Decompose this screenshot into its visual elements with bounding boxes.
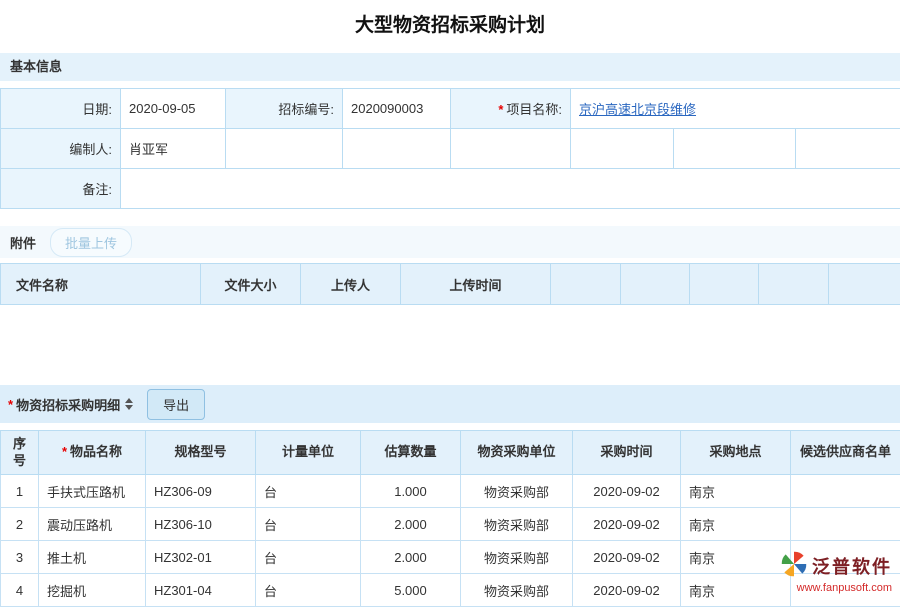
item-name-cell: 挖掘机 (39, 574, 146, 607)
table-row: 1 手扶式压路机 HZ306-09 台 1.000 物资采购部 2020-09-… (1, 475, 900, 508)
sort-icon[interactable] (125, 398, 133, 410)
bid-number-value: 2020090003 (343, 89, 451, 129)
purchase-dept-cell: 物资采购部 (461, 574, 573, 607)
page-title: 大型物资招标采购计划 (0, 0, 900, 48)
compiler-label: 编制人: (1, 129, 121, 169)
model-cell: HZ306-10 (146, 508, 256, 541)
required-mark: * (8, 397, 13, 412)
table-row: 4 挖掘机 HZ301-04 台 5.000 物资采购部 2020-09-02 … (1, 574, 900, 607)
attachments-section-bar: 附件 批量上传 (0, 226, 900, 258)
empty-cell (343, 129, 451, 169)
batch-upload-button[interactable]: 批量上传 (50, 228, 132, 257)
attachments-table: 文件名称 文件大小 上传人 上传时间 (0, 263, 900, 305)
seq-cell: 2 (1, 508, 39, 541)
empty-column-header (829, 264, 900, 305)
detail-header-row: 序号 *物品名称 规格型号 计量单位 估算数量 物资采购单位 采购时间 采购地点… (1, 431, 900, 475)
candidate-supplier-cell (791, 541, 900, 574)
item-name-cell: 震动压路机 (39, 508, 146, 541)
candidate-supplier-cell (791, 574, 900, 607)
unit-cell: 台 (256, 475, 361, 508)
purchase-place-cell: 南京 (681, 475, 791, 508)
attachments-section-title: 附件 (10, 233, 36, 252)
candidate-supplier-cell (791, 475, 900, 508)
purchase-place-cell: 南京 (681, 508, 791, 541)
model-cell: HZ306-09 (146, 475, 256, 508)
unit-column-header: 计量单位 (256, 431, 361, 475)
candidate-supplier-cell (791, 508, 900, 541)
empty-cell (451, 129, 571, 169)
empty-cell (226, 129, 343, 169)
file-size-column-header: 文件大小 (201, 264, 301, 305)
basic-info-table: 日期: 2020-09-05 招标编号: 2020090003 *项目名称: 京… (0, 88, 900, 209)
project-name-cell: 京沪高速北京段维修 (571, 89, 900, 129)
uploader-column-header: 上传人 (301, 264, 401, 305)
basic-info-row-1: 日期: 2020-09-05 招标编号: 2020090003 *项目名称: 京… (1, 89, 900, 129)
empty-cell (796, 129, 900, 169)
date-label: 日期: (1, 89, 121, 129)
unit-cell: 台 (256, 574, 361, 607)
detail-table: 序号 *物品名称 规格型号 计量单位 估算数量 物资采购单位 采购时间 采购地点… (0, 430, 900, 607)
detail-section-bar: * 物资招标采购明细 导出 (0, 385, 900, 423)
item-name-cell: 手扶式压路机 (39, 475, 146, 508)
quantity-column-header: 估算数量 (361, 431, 461, 475)
unit-cell: 台 (256, 508, 361, 541)
remark-label: 备注: (1, 169, 121, 209)
empty-column-header (759, 264, 829, 305)
purchase-time-column-header: 采购时间 (573, 431, 681, 475)
seq-column-header: 序号 (1, 431, 39, 475)
purchase-dept-cell: 物资采购部 (461, 541, 573, 574)
quantity-cell: 2.000 (361, 508, 461, 541)
purchase-time-cell: 2020-09-02 (573, 541, 681, 574)
item-name-column-header: *物品名称 (39, 431, 146, 475)
quantity-cell: 2.000 (361, 541, 461, 574)
seq-cell: 1 (1, 475, 39, 508)
purchase-dept-cell: 物资采购部 (461, 475, 573, 508)
item-name-cell: 推土机 (39, 541, 146, 574)
table-row: 2 震动压路机 HZ306-10 台 2.000 物资采购部 2020-09-0… (1, 508, 900, 541)
empty-column-header (690, 264, 759, 305)
empty-cell (571, 129, 674, 169)
file-name-column-header: 文件名称 (1, 264, 201, 305)
purchase-dept-column-header: 物资采购单位 (461, 431, 573, 475)
detail-section-title: * 物资招标采购明细 (8, 395, 133, 414)
date-value: 2020-09-05 (121, 89, 226, 129)
empty-cell (674, 129, 796, 169)
quantity-cell: 5.000 (361, 574, 461, 607)
attachments-header-row: 文件名称 文件大小 上传人 上传时间 (1, 264, 900, 305)
purchase-dept-cell: 物资采购部 (461, 508, 573, 541)
project-name-label: *项目名称: (451, 89, 571, 129)
empty-column-header (551, 264, 621, 305)
basic-info-row-2: 编制人: 肖亚军 (1, 129, 900, 169)
purchase-time-cell: 2020-09-02 (573, 508, 681, 541)
purchase-time-cell: 2020-09-02 (573, 574, 681, 607)
model-cell: HZ301-04 (146, 574, 256, 607)
export-button[interactable]: 导出 (147, 389, 205, 420)
basic-info-section-header: 基本信息 (0, 53, 900, 81)
unit-cell: 台 (256, 541, 361, 574)
purchase-place-column-header: 采购地点 (681, 431, 791, 475)
required-mark: * (62, 444, 67, 459)
basic-info-row-3: 备注: (1, 169, 900, 209)
seq-cell: 3 (1, 541, 39, 574)
purchase-time-cell: 2020-09-02 (573, 475, 681, 508)
remark-value (121, 169, 900, 209)
compiler-value: 肖亚军 (121, 129, 226, 169)
upload-time-column-header: 上传时间 (401, 264, 551, 305)
quantity-cell: 1.000 (361, 475, 461, 508)
candidate-supplier-column-header: 候选供应商名单 (791, 431, 900, 475)
project-name-link[interactable]: 京沪高速北京段维修 (579, 102, 696, 117)
seq-cell: 4 (1, 574, 39, 607)
bid-number-label: 招标编号: (226, 89, 343, 129)
model-cell: HZ302-01 (146, 541, 256, 574)
empty-column-header (621, 264, 690, 305)
required-mark: * (498, 102, 503, 117)
purchase-place-cell: 南京 (681, 541, 791, 574)
model-column-header: 规格型号 (146, 431, 256, 475)
purchase-place-cell: 南京 (681, 574, 791, 607)
table-row: 3 推土机 HZ302-01 台 2.000 物资采购部 2020-09-02 … (1, 541, 900, 574)
